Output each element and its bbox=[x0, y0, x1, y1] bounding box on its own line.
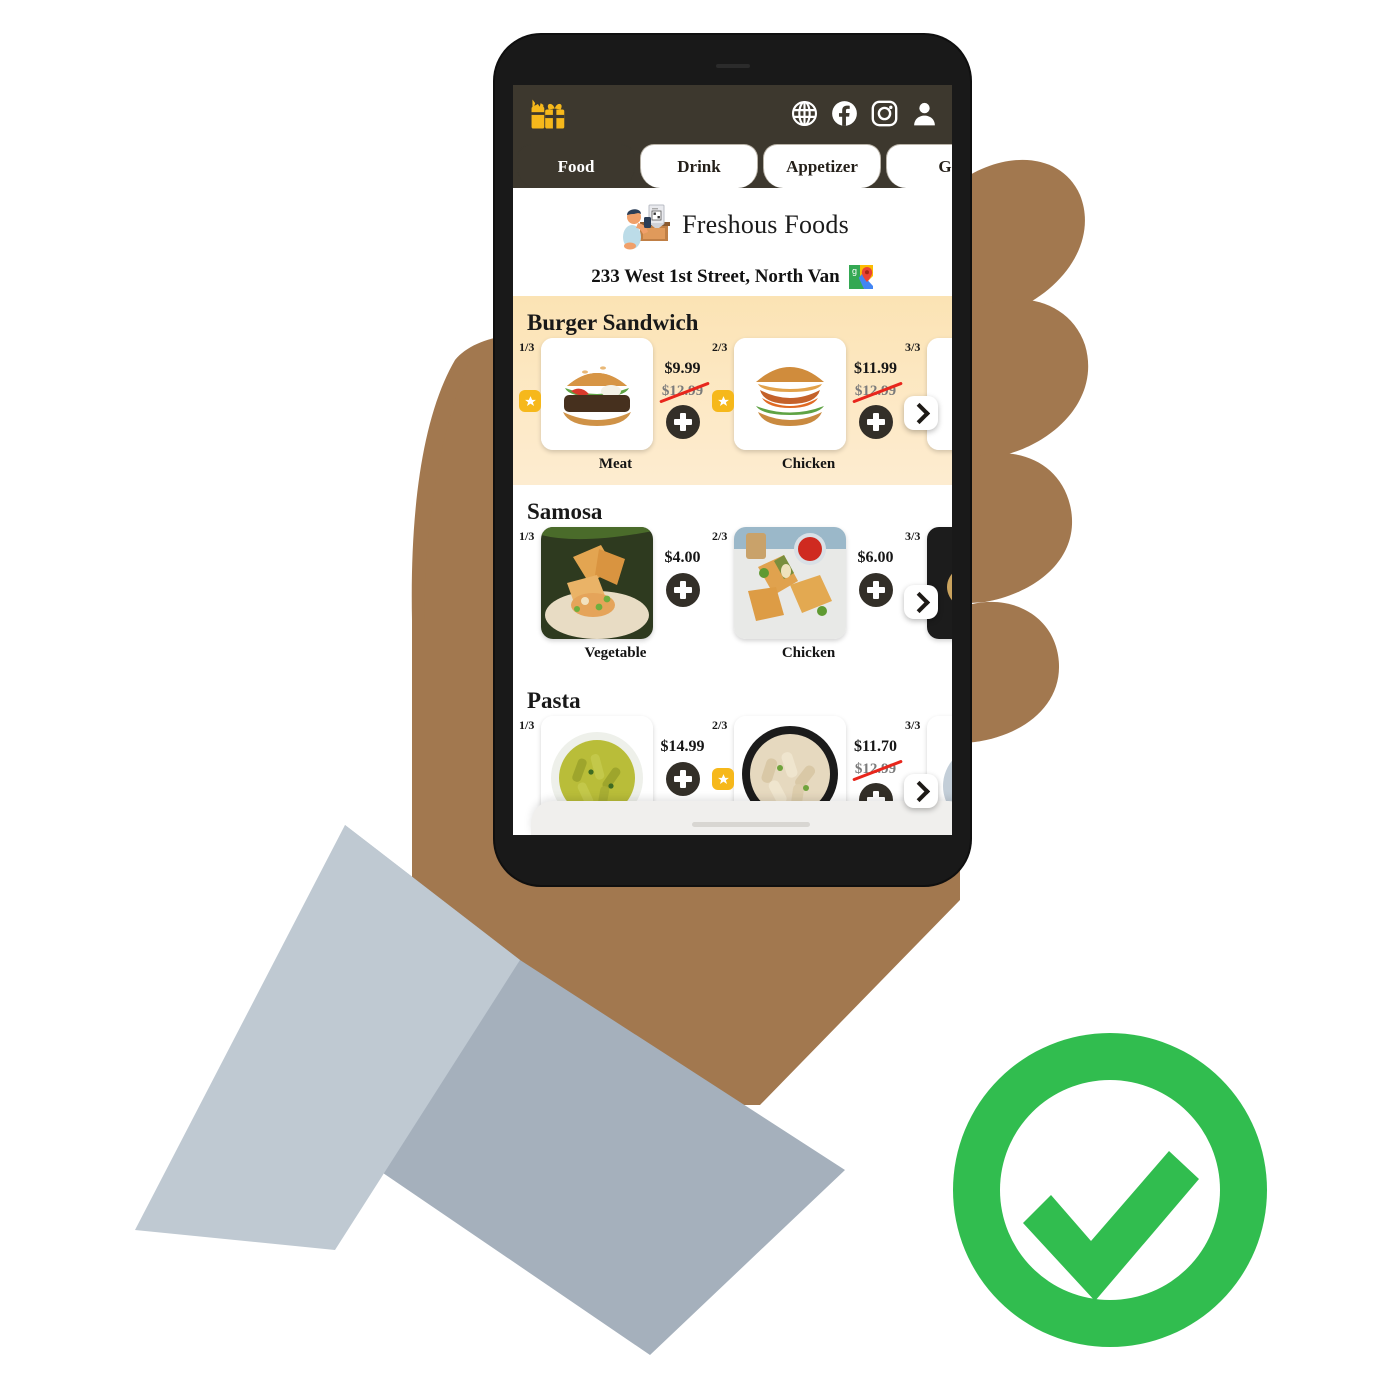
item-index: 1/3 bbox=[519, 340, 535, 354]
gift-icon[interactable] bbox=[527, 97, 567, 131]
menu-item-card[interactable]: 2/3 bbox=[712, 338, 905, 473]
social-icon-group bbox=[791, 100, 938, 127]
item-carousel[interactable]: 1/3 bbox=[513, 338, 952, 473]
item-name: Meat bbox=[598, 456, 633, 472]
finger-3 bbox=[955, 453, 1073, 604]
restaurant-address: 233 West 1st Street, North Van bbox=[591, 266, 840, 287]
item-index: 3/3 bbox=[905, 340, 921, 354]
burger-meat-image bbox=[541, 338, 653, 450]
item-name: Vegetable bbox=[584, 645, 647, 661]
item-image[interactable] bbox=[927, 338, 952, 450]
item-index: 2/3 bbox=[712, 529, 728, 543]
chevron-right-icon bbox=[908, 591, 931, 613]
add-item-button[interactable] bbox=[665, 761, 700, 796]
carousel-next-button[interactable] bbox=[904, 585, 938, 619]
restaurant-name: Freshous Foods bbox=[682, 210, 849, 239]
phone-screen: Food Drink Appetizer G Freshous Foods 23… bbox=[513, 85, 952, 835]
facebook-icon[interactable] bbox=[831, 100, 858, 127]
globe-icon[interactable] bbox=[791, 100, 818, 127]
add-item-button[interactable] bbox=[665, 405, 700, 440]
burger-third-image bbox=[927, 338, 952, 450]
item-image[interactable] bbox=[734, 527, 846, 639]
featured-star-badge[interactable] bbox=[519, 390, 541, 412]
item-index: 3/3 bbox=[905, 718, 921, 732]
chevron-right-icon bbox=[908, 780, 931, 802]
qr-scan-illustration bbox=[623, 204, 671, 250]
chevron-right-icon bbox=[908, 402, 931, 424]
featured-star-badge[interactable] bbox=[712, 390, 734, 412]
item-index: 1/3 bbox=[519, 718, 535, 732]
menu-section-samosa: Samosa 1/3 $4.00 Vegetable 2/3 $6.00 Chi… bbox=[513, 485, 952, 674]
svg-text:g: g bbox=[852, 266, 857, 276]
item-price: $11.70 bbox=[853, 738, 898, 755]
menu-item-card[interactable]: 3/3 bbox=[905, 527, 952, 639]
item-price: $9.99 bbox=[664, 360, 701, 377]
item-image[interactable] bbox=[541, 527, 653, 639]
profile-icon[interactable] bbox=[911, 100, 938, 127]
menu-item-card[interactable]: 2/3 bbox=[712, 527, 905, 662]
item-image[interactable] bbox=[927, 527, 952, 639]
menu-item-card[interactable]: 1/3 bbox=[519, 527, 712, 662]
item-name: Chicken bbox=[781, 645, 836, 661]
menu-section-burger-sandwich: Burger Sandwich 1/3 $9.99 $12.99 Meat 2/… bbox=[513, 296, 952, 485]
item-image[interactable] bbox=[734, 338, 846, 450]
category-tab-bar: Food Drink Appetizer G bbox=[513, 142, 952, 188]
item-old-price: $12.99 bbox=[661, 382, 704, 399]
item-index: 2/3 bbox=[712, 340, 728, 354]
carousel-next-button[interactable] bbox=[904, 396, 938, 430]
menu-item-card[interactable]: 3/3 bbox=[905, 338, 952, 450]
app-header bbox=[513, 85, 952, 142]
featured-star-badge[interactable] bbox=[712, 768, 734, 790]
add-item-button[interactable] bbox=[858, 405, 893, 440]
section-title: Burger Sandwich bbox=[527, 310, 699, 335]
item-carousel[interactable]: 1/3 bbox=[513, 527, 952, 662]
section-title: Samosa bbox=[527, 499, 603, 524]
item-old-price: $12.99 bbox=[854, 382, 897, 399]
tab-food[interactable]: Food bbox=[517, 144, 635, 188]
item-index: 3/3 bbox=[905, 529, 921, 543]
samosa-vegetable-image bbox=[541, 527, 653, 639]
tab-drink[interactable]: Drink bbox=[640, 144, 758, 188]
carousel-next-button[interactable] bbox=[904, 774, 938, 808]
bottom-sheet-bar[interactable] bbox=[531, 801, 952, 835]
samosa-chicken-image bbox=[734, 527, 846, 639]
item-index: 2/3 bbox=[712, 718, 728, 732]
item-price: $6.00 bbox=[857, 549, 894, 566]
samosa-third-image bbox=[927, 527, 952, 639]
item-name: Chicken bbox=[781, 456, 836, 472]
tab-appetizer[interactable]: Appetizer bbox=[763, 144, 881, 188]
burger-chicken-image bbox=[734, 338, 846, 450]
home-indicator bbox=[691, 822, 810, 827]
item-index: 1/3 bbox=[519, 529, 535, 543]
item-price: $11.99 bbox=[853, 360, 898, 377]
add-item-button[interactable] bbox=[858, 572, 893, 607]
phone-device: Food Drink Appetizer G Freshous Foods 23… bbox=[495, 35, 970, 885]
green-check-circle-icon bbox=[953, 1033, 1267, 1347]
restaurant-header: Freshous Foods 233 West 1st Street, Nort… bbox=[513, 188, 952, 296]
finger-2 bbox=[955, 299, 1089, 462]
earpiece-speaker bbox=[715, 64, 750, 68]
instagram-icon[interactable] bbox=[871, 100, 898, 127]
finger-4 bbox=[955, 601, 1060, 744]
google-maps-icon[interactable]: g bbox=[848, 264, 874, 290]
tab-g[interactable]: G bbox=[886, 144, 952, 188]
add-item-button[interactable] bbox=[665, 572, 700, 607]
item-price: $4.00 bbox=[664, 549, 701, 566]
menu-item-card[interactable]: 1/3 bbox=[519, 338, 712, 473]
item-price: $14.99 bbox=[660, 738, 705, 755]
section-title: Pasta bbox=[527, 688, 581, 713]
item-image[interactable] bbox=[541, 338, 653, 450]
scene: Food Drink Appetizer G Freshous Foods 23… bbox=[0, 0, 1400, 1400]
item-old-price: $12.99 bbox=[854, 760, 897, 777]
